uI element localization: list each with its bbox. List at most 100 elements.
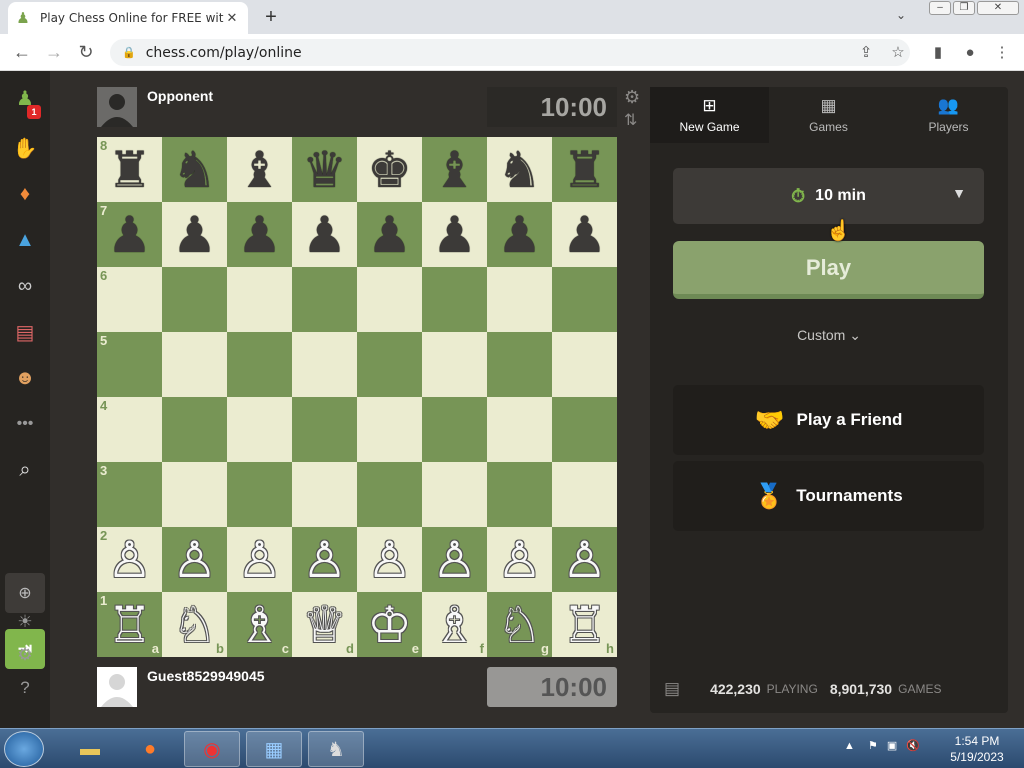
file-explorer-icon[interactable]: ▬: [62, 731, 118, 767]
board-square-d8[interactable]: ♛: [292, 137, 357, 202]
black-piece[interactable]: ♞: [172, 145, 217, 195]
system-clock[interactable]: 1:54 PM 5/19/2023: [945, 733, 1009, 765]
flip-board-icon[interactable]: ⇅: [624, 110, 637, 130]
white-piece[interactable]: ♘: [172, 600, 217, 650]
bookmark-star-icon[interactable]: ☆: [888, 43, 908, 63]
board-square-f8[interactable]: ♝: [422, 137, 487, 202]
learn-cap-icon[interactable]: ▲: [8, 223, 42, 257]
side-panel-icon[interactable]: ▮: [928, 43, 948, 63]
white-piece[interactable]: ♙: [562, 535, 607, 585]
browser-menu-icon[interactable]: ⋮: [992, 43, 1012, 63]
black-piece[interactable]: ♟: [107, 210, 152, 260]
black-piece[interactable]: ♝: [432, 145, 477, 195]
puzzles-icon[interactable]: ✋: [8, 131, 42, 165]
board-square-d2[interactable]: ♙: [292, 527, 357, 592]
board-square-a7[interactable]: 7 ♟: [97, 202, 162, 267]
white-piece[interactable]: ♙: [497, 535, 542, 585]
board-square-c5[interactable]: [227, 332, 292, 397]
black-piece[interactable]: ♟: [172, 210, 217, 260]
close-window-button[interactable]: ✕: [977, 1, 1019, 15]
board-square-d7[interactable]: ♟: [292, 202, 357, 267]
custom-dropdown[interactable]: Custom ⌄: [650, 327, 1008, 344]
board-square-c4[interactable]: [227, 397, 292, 462]
board-square-b7[interactable]: ♟: [162, 202, 227, 267]
tab-new-game[interactable]: ⊞ New Game: [650, 87, 769, 143]
chat-icon[interactable]: ▤: [664, 679, 680, 699]
volume-muted-icon[interactable]: 🔇: [906, 740, 920, 752]
white-piece[interactable]: ♔: [367, 600, 412, 650]
forward-arrow-icon[interactable]: →: [42, 41, 66, 65]
board-square-b1[interactable]: b ♘: [162, 592, 227, 657]
start-button[interactable]: [4, 731, 44, 767]
board-square-g4[interactable]: [487, 397, 552, 462]
board-square-d3[interactable]: [292, 462, 357, 527]
tab-games[interactable]: ▦ Games: [769, 87, 888, 143]
black-piece[interactable]: ♜: [562, 145, 607, 195]
board-square-e2[interactable]: ♙: [357, 527, 422, 592]
board-square-g1[interactable]: g ♘: [487, 592, 552, 657]
board-settings-icon[interactable]: ⚙: [624, 87, 640, 108]
black-piece[interactable]: ♟: [367, 210, 412, 260]
tray-expand-icon[interactable]: ▲: [844, 740, 855, 752]
white-piece[interactable]: ♙: [367, 535, 412, 585]
board-square-e1[interactable]: e ♔: [357, 592, 422, 657]
board-square-b4[interactable]: [162, 397, 227, 462]
board-square-b6[interactable]: [162, 267, 227, 332]
board-square-g2[interactable]: ♙: [487, 527, 552, 592]
white-piece[interactable]: ♖: [562, 600, 607, 650]
board-square-c6[interactable]: [227, 267, 292, 332]
board-square-b8[interactable]: ♞: [162, 137, 227, 202]
browser-tab[interactable]: ♟ Play Chess Online for FREE with F ✕: [8, 2, 248, 34]
white-piece[interactable]: ♙: [172, 535, 217, 585]
board-square-a4[interactable]: 4: [97, 397, 162, 462]
firefox-icon[interactable]: ●: [122, 731, 178, 767]
board-square-h4[interactable]: [552, 397, 617, 462]
board-square-a5[interactable]: 5: [97, 332, 162, 397]
profile-icon[interactable]: ●: [960, 43, 980, 63]
watch-binoculars-icon[interactable]: ∞: [8, 269, 42, 303]
board-square-f6[interactable]: [422, 267, 487, 332]
white-piece[interactable]: ♗: [237, 600, 282, 650]
board-square-c8[interactable]: ♝: [227, 137, 292, 202]
search-icon[interactable]: ⌕: [8, 453, 42, 487]
black-piece[interactable]: ♟: [237, 210, 282, 260]
white-piece[interactable]: ♙: [107, 535, 152, 585]
white-piece[interactable]: ♕: [302, 600, 347, 650]
address-bar[interactable]: 🔒 chess.com/play/online: [110, 39, 910, 66]
social-icon[interactable]: ☻: [8, 361, 42, 395]
lessons-icon[interactable]: ♦: [8, 177, 42, 211]
board-square-h8[interactable]: ♜: [552, 137, 617, 202]
white-piece[interactable]: ♙: [432, 535, 477, 585]
tab-players[interactable]: 👥 Players: [889, 87, 1008, 143]
help-icon[interactable]: ?: [8, 671, 42, 705]
black-piece[interactable]: ♛: [302, 145, 347, 195]
board-square-g6[interactable]: [487, 267, 552, 332]
board-square-h6[interactable]: [552, 267, 617, 332]
board-square-f2[interactable]: ♙: [422, 527, 487, 592]
board-square-h5[interactable]: [552, 332, 617, 397]
minimize-button[interactable]: –: [929, 1, 951, 15]
board-square-e5[interactable]: [357, 332, 422, 397]
share-icon[interactable]: ⇪: [856, 43, 876, 63]
tournaments-button[interactable]: 🏅 Tournaments: [673, 461, 984, 531]
white-piece[interactable]: ♘: [497, 600, 542, 650]
play-button[interactable]: Play: [673, 241, 984, 299]
board-square-f3[interactable]: [422, 462, 487, 527]
board-square-d6[interactable]: [292, 267, 357, 332]
board-square-h3[interactable]: [552, 462, 617, 527]
board-square-a2[interactable]: 2 ♙: [97, 527, 162, 592]
tab-search-chevron-icon[interactable]: ⌄: [896, 8, 906, 22]
time-control-dropdown[interactable]: ⏱ 10 min ▼: [673, 168, 984, 224]
board-square-g7[interactable]: ♟: [487, 202, 552, 267]
board-square-a6[interactable]: 6: [97, 267, 162, 332]
white-piece[interactable]: ♗: [432, 600, 477, 650]
new-tab-button[interactable]: +: [260, 6, 282, 29]
close-tab-icon[interactable]: ✕: [224, 10, 240, 26]
board-square-b3[interactable]: [162, 462, 227, 527]
chess-board[interactable]: 8 ♜ ♞ ♝ ♛ ♚ ♝ ♞ ♜ 7 ♟ ♟ ♟ ♟ ♟ ♟ ♟ ♟ 6 5 4 3 2 ♙ ♙ ♙ ♙ ♙ ♙ ♙ ♙ 1 a ♖ b ♘ c ♗ d ♕…: [97, 137, 617, 657]
black-piece[interactable]: ♚: [367, 145, 412, 195]
more-dots-icon[interactable]: •••: [8, 407, 42, 441]
news-icon[interactable]: ▤: [8, 315, 42, 349]
board-square-c1[interactable]: c ♗: [227, 592, 292, 657]
black-piece[interactable]: ♞: [497, 145, 542, 195]
